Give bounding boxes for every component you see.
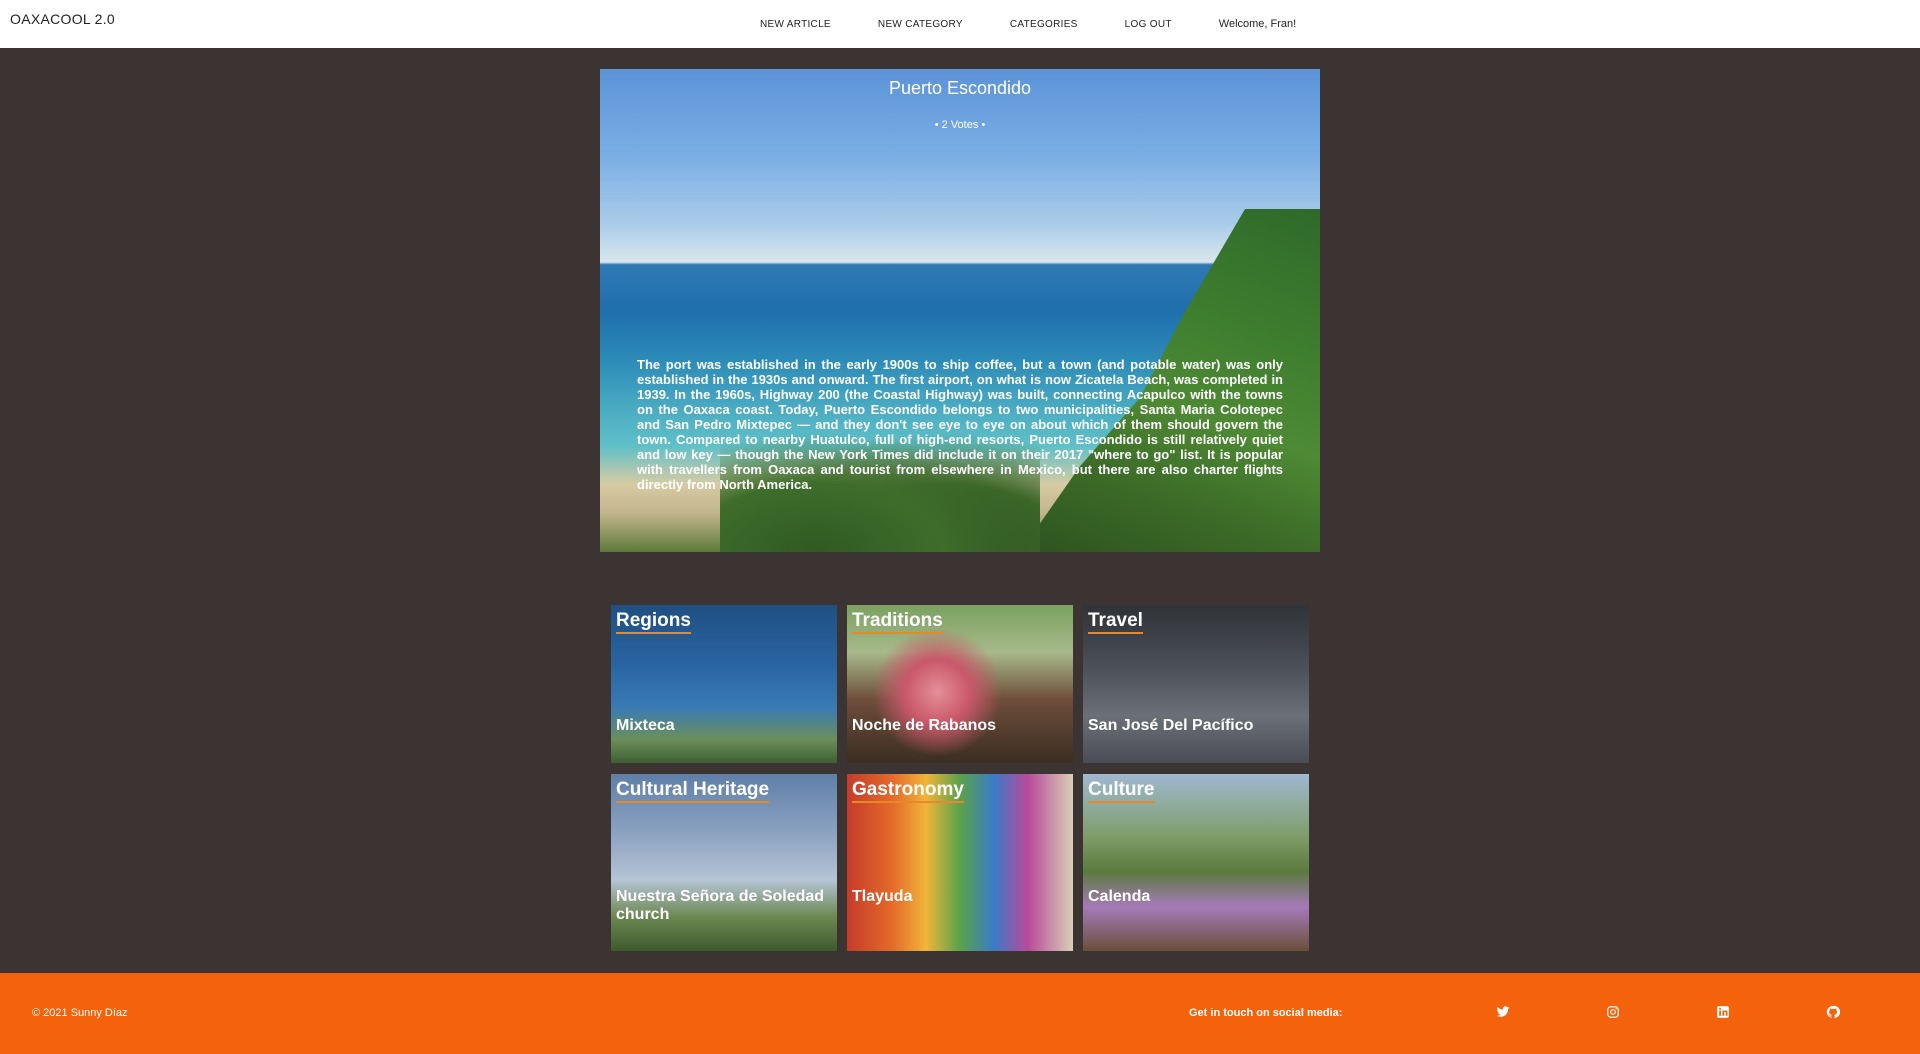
category-card-travel[interactable]: Travel San José Del Pacífico bbox=[1083, 605, 1309, 763]
linkedin-icon[interactable] bbox=[1716, 1005, 1730, 1019]
featured-article[interactable]: Puerto Escondido • 2 Votes • The port wa… bbox=[600, 69, 1320, 552]
category-article[interactable]: Noche de Rabanos bbox=[852, 717, 1067, 735]
nav-links: NEW ARTICLE NEW CATEGORY CATEGORIES LOG … bbox=[760, 0, 1296, 48]
category-article[interactable]: Mixteca bbox=[616, 717, 831, 735]
category-card-gastronomy[interactable]: Gastronomy Tlayuda bbox=[847, 774, 1073, 951]
navbar: OAXACOOL 2.0 NEW ARTICLE NEW CATEGORY CA… bbox=[0, 0, 1920, 48]
nav-new-category[interactable]: NEW CATEGORY bbox=[878, 19, 963, 30]
category-card-traditions[interactable]: Traditions Noche de Rabanos bbox=[847, 605, 1073, 763]
footer-social-label: Get in touch on social media: bbox=[1189, 1007, 1343, 1019]
twitter-icon[interactable] bbox=[1496, 1005, 1510, 1019]
featured-body: The port was established in the early 19… bbox=[637, 357, 1283, 492]
nav-log-out[interactable]: LOG OUT bbox=[1125, 19, 1172, 30]
category-title[interactable]: Gastronomy bbox=[852, 779, 964, 803]
welcome-message: Welcome, Fran! bbox=[1218, 18, 1297, 30]
category-title[interactable]: Regions bbox=[616, 610, 691, 634]
nav-new-article[interactable]: NEW ARTICLE bbox=[760, 19, 831, 30]
category-card-cultural-heritage[interactable]: Cultural Heritage Nuestra Señora de Sole… bbox=[611, 774, 837, 951]
footer: © 2021 Sunny Díaz Get in touch on social… bbox=[0, 973, 1920, 1054]
category-article[interactable]: Nuestra Señora de Soledad church bbox=[616, 888, 831, 924]
instagram-icon[interactable] bbox=[1606, 1005, 1620, 1019]
category-card-regions[interactable]: Regions Mixteca bbox=[611, 605, 837, 763]
featured-votes: • 2 Votes • bbox=[934, 119, 986, 131]
category-article[interactable]: Calenda bbox=[1088, 888, 1303, 906]
brand-logo[interactable]: OAXACOOL 2.0 bbox=[10, 11, 115, 27]
category-title[interactable]: Cultural Heritage bbox=[616, 779, 770, 803]
category-article[interactable]: Tlayuda bbox=[852, 888, 1067, 906]
featured-title[interactable]: Puerto Escondido bbox=[600, 78, 1320, 99]
category-title[interactable]: Traditions bbox=[852, 610, 943, 634]
footer-copyright: © 2021 Sunny Díaz bbox=[32, 1007, 128, 1019]
category-title[interactable]: Travel bbox=[1088, 610, 1143, 634]
category-article[interactable]: San José Del Pacífico bbox=[1088, 717, 1303, 735]
nav-categories[interactable]: CATEGORIES bbox=[1010, 19, 1078, 30]
category-title[interactable]: Culture bbox=[1088, 779, 1155, 803]
category-card-culture[interactable]: Culture Calenda bbox=[1083, 774, 1309, 951]
github-icon[interactable] bbox=[1826, 1005, 1841, 1019]
